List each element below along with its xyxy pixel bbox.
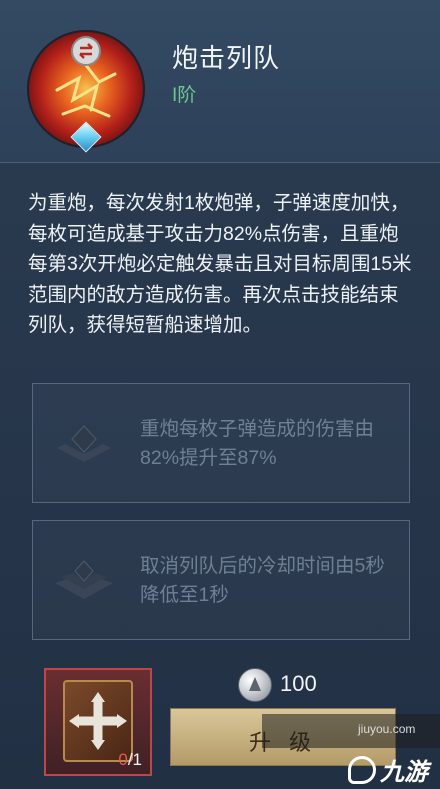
rank-badge-chevron-icon xyxy=(51,422,117,466)
site-watermark: jiuyou.com 九游 xyxy=(262,714,440,789)
skill-name: 炮击列队 xyxy=(172,43,281,73)
upgrade-tier-2: 取消列队后的冷却时间由5秒降低至1秒 xyxy=(32,520,410,640)
skill-book-slot[interactable]: 0/1 xyxy=(44,668,152,776)
upgrade-tier-1: 重炮每枚子弹造成的伤害由82%提升至87% xyxy=(32,383,410,503)
skill-rank: I阶 xyxy=(172,85,197,106)
swap-icon xyxy=(71,36,101,66)
upgrade-text: 取消列队后的冷却时间由5秒降低至1秒 xyxy=(140,555,385,606)
material-need: /1 xyxy=(127,750,142,769)
material-count: 0/1 xyxy=(118,750,142,770)
skill-description: 为重炮，每次发射1枚炮弹，子弹速度加快，每枚可造成基于攻击力82%点伤害，且重炮… xyxy=(28,192,412,336)
watermark-logo-icon xyxy=(348,756,376,784)
material-have: 0 xyxy=(118,750,128,769)
silver-coin-icon xyxy=(238,668,272,702)
header-divider xyxy=(0,162,440,163)
cannon-fire-swap-icon xyxy=(27,30,149,153)
cost-amount: 100 xyxy=(280,671,317,696)
watermark-url: jiuyou.com xyxy=(358,722,416,736)
watermark-logo-text: 九游 xyxy=(380,759,428,786)
upgrade-text: 重炮每枚子弹造成的伤害由82%提升至87% xyxy=(140,418,375,469)
rank-badge-wings-icon xyxy=(51,559,117,603)
